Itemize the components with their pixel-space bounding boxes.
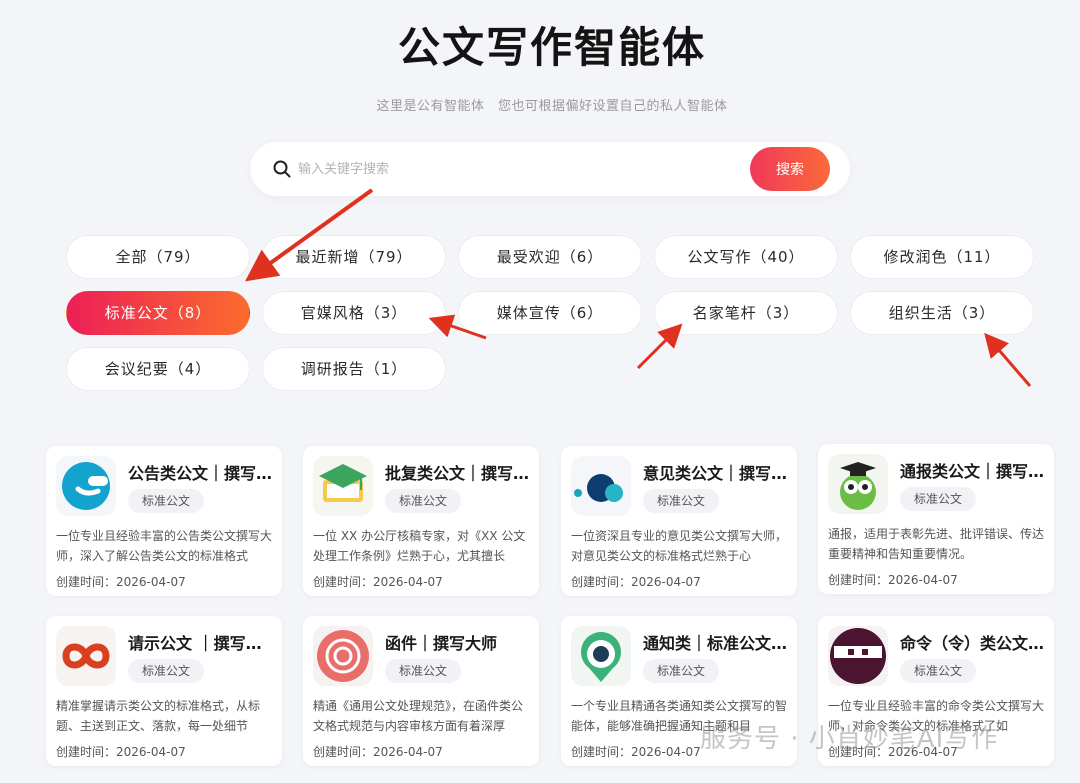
location-pin-icon: [571, 626, 631, 686]
card-created-time: 创建时间：2026-04-07: [571, 575, 701, 589]
card-badge: 标准公文: [900, 487, 977, 511]
graduation-cap-icon: [313, 456, 373, 516]
card-title: 通知类｜标准公文撰写: [643, 634, 789, 653]
page-subtitle: 这里是公有智能体 您也可根据偏好设置自己的私人智能体: [376, 99, 728, 114]
card-created-time: 创建时间：2026-04-07: [56, 745, 186, 759]
dots-icon: [571, 456, 631, 516]
infinity-icon: [56, 626, 116, 686]
card-description: 通报，适用于表彰先进、批评错误、传达重要精神和告知重要情况。: [828, 527, 1045, 561]
card-description: 一位专业且经验丰富的公告类公文撰写大师，深入了解公告类公文的标准格式: [56, 529, 273, 563]
card-badge: 标准公文: [385, 659, 462, 683]
target-icon: [313, 626, 373, 686]
tag-standard[interactable]: 标准公文（8）: [66, 291, 250, 335]
tag-polish[interactable]: 修改润色（11）: [850, 235, 1034, 279]
tag-org-life[interactable]: 组织生活（3）: [850, 291, 1034, 335]
card-badge: 标准公文: [128, 489, 205, 513]
card-badge: 标准公文: [643, 489, 720, 513]
card-created-time: 创建时间：2026-04-07: [56, 575, 186, 589]
card-title: 公告类公文｜撰写大师: [128, 464, 274, 483]
card-created-time: 创建时间：2026-04-07: [313, 745, 443, 759]
card-created-time: 创建时间：2026-04-07: [313, 575, 443, 589]
tag-official-media[interactable]: 官媒风格（3）: [262, 291, 446, 335]
ninja-icon: [828, 626, 888, 686]
card-badge: 标准公文: [643, 659, 720, 683]
tag-research-report[interactable]: 调研报告（1）: [262, 347, 446, 391]
card-description: 一位资深且专业的意见类公文撰写大师，对意见类公文的标准格式烂熟于心: [571, 529, 788, 563]
arrow-to-org-life: [984, 332, 1032, 387]
agent-card[interactable]: 公告类公文｜撰写大师 标准公文 一位专业且经验丰富的公告类公文撰写大师，深入了解…: [46, 446, 282, 596]
agent-card[interactable]: 批复类公文｜撰写大师 标准公文 一位 XX 办公厅核稿专家，对《XX 公文处理工…: [303, 446, 539, 596]
search-button[interactable]: 搜索: [750, 147, 830, 191]
search-bar: 搜索: [250, 142, 850, 196]
agent-card[interactable]: 请示公文 ｜撰写大师 标准公文 精准掌握请示类公文的标准格式，从标题、主送到正文…: [46, 616, 282, 766]
watermark: 服务号 · 小肖妙笔AI写作: [700, 724, 999, 754]
agent-card[interactable]: 函件｜撰写大师 标准公文 精通《通用公文处理规范》，在函件类公文格式规范与内容审…: [303, 616, 539, 766]
card-title: 意见类公文｜撰写大师: [643, 464, 789, 483]
card-description: 一位 XX 办公厅核稿专家，对《XX 公文处理工作条例》烂熟于心，尤其擅长: [313, 529, 526, 563]
card-title: 通报类公文｜撰写大师: [900, 462, 1046, 481]
search-icon: [273, 160, 291, 178]
arrow-to-famous-writers: [636, 323, 683, 370]
card-badge: 标准公文: [128, 659, 205, 683]
tag-recent[interactable]: 最近新增（79）: [262, 235, 446, 279]
card-created-time: 创建时间：2026-04-07: [828, 573, 958, 587]
card-title: 函件｜撰写大师: [385, 634, 498, 653]
tag-popular[interactable]: 最受欢迎（6）: [458, 235, 642, 279]
tag-all[interactable]: 全部（79）: [66, 235, 250, 279]
tag-meeting-minutes[interactable]: 会议纪要（4）: [66, 347, 250, 391]
card-created-time: 创建时间：2026-04-07: [571, 745, 701, 759]
search-input[interactable]: [298, 156, 738, 182]
card-title: 命令（令）类公文撰写: [900, 634, 1046, 653]
blue-e-icon: [56, 456, 116, 516]
card-badge: 标准公文: [900, 659, 977, 683]
tag-media-promo[interactable]: 媒体宣传（6）: [458, 291, 642, 335]
card-title: 请示公文 ｜撰写大师: [128, 634, 274, 653]
tag-writing[interactable]: 公文写作（40）: [654, 235, 838, 279]
owl-icon: [828, 454, 888, 514]
card-description: 精准掌握请示类公文的标准格式，从标题、主送到正文、落款，每一处细节: [56, 699, 261, 733]
card-badge: 标准公文: [385, 489, 462, 513]
page-title: 公文写作智能体: [397, 23, 706, 72]
card-title: 批复类公文｜撰写大师: [385, 464, 531, 483]
card-description: 精通《通用公文处理规范》，在函件类公文格式规范与内容审核方面有着深厚: [313, 699, 524, 733]
agent-card[interactable]: 意见类公文｜撰写大师 标准公文 一位资深且专业的意见类公文撰写大师，对意见类公文…: [561, 446, 797, 596]
agent-card[interactable]: 通报类公文｜撰写大师 标准公文 通报，适用于表彰先进、批评错误、传达重要精神和告…: [818, 444, 1054, 594]
tag-famous-writers[interactable]: 名家笔杆（3）: [654, 291, 838, 335]
